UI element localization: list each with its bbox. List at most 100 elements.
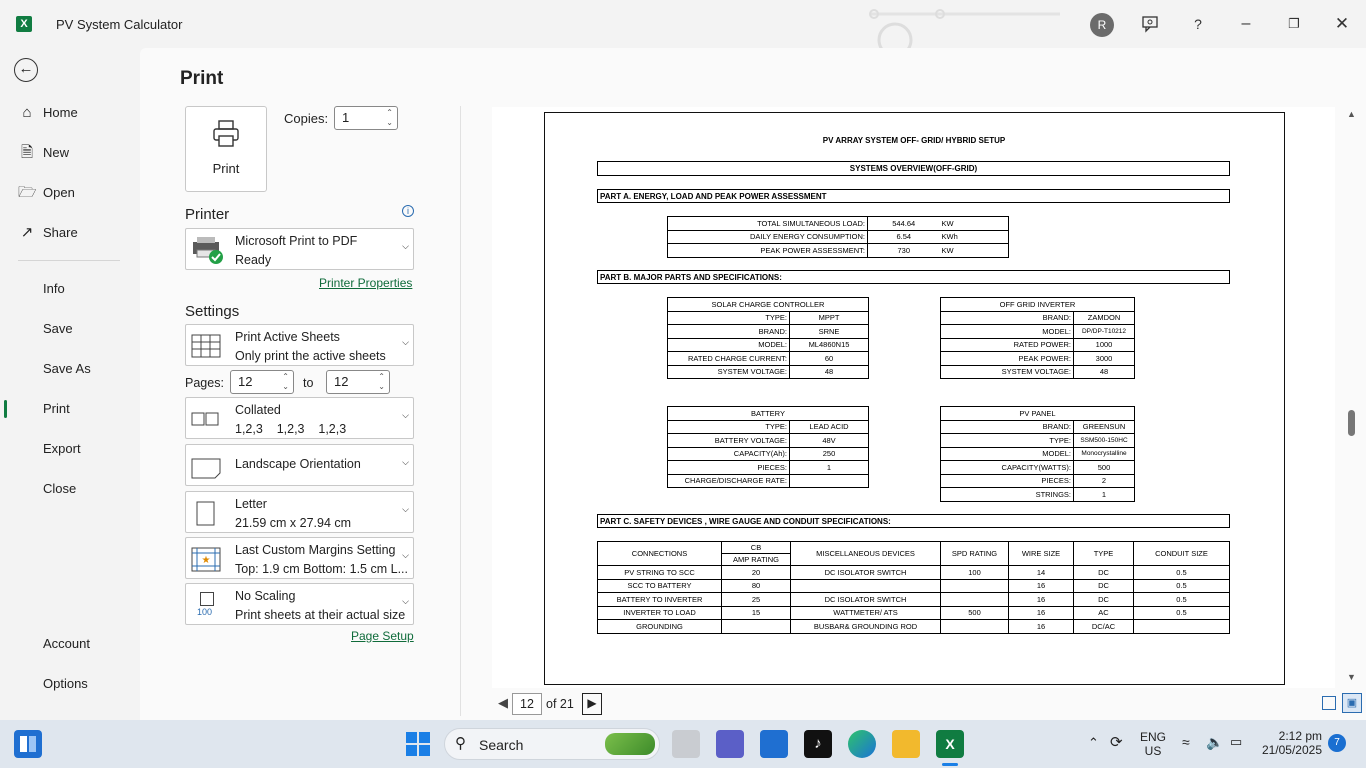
margins-dropdown[interactable]: ★ Last Custom Margins Setting Top: 1.9 c… bbox=[185, 537, 414, 579]
excel-taskbar-icon[interactable]: X bbox=[936, 730, 964, 758]
pages-to-stepper[interactable]: 12 ⌃ ⌄ bbox=[326, 370, 390, 394]
paper-icon bbox=[196, 501, 215, 526]
chevron-down-icon: ⌵ bbox=[402, 337, 409, 347]
print-what-dropdown[interactable]: Print Active Sheets Only print the activ… bbox=[185, 324, 414, 366]
print-pane: Print Print Copies: 1 ⌃ ⌄ Printer i Micro… bbox=[140, 48, 1366, 720]
help-icon[interactable]: ? bbox=[1186, 12, 1210, 36]
close-window-icon[interactable]: ✕ bbox=[1330, 12, 1354, 36]
part-a-box: PART A. ENERGY, LOAD AND PEAK POWER ASSE… bbox=[597, 189, 1230, 203]
paper-size-dropdown[interactable]: Letter 21.59 cm x 27.94 cm ⌵ bbox=[185, 491, 414, 533]
store-icon[interactable] bbox=[760, 730, 788, 758]
nav-open[interactable]: 🗁 Open bbox=[0, 176, 140, 210]
settings-section-title: Settings bbox=[185, 303, 240, 320]
nav-share[interactable]: ↗ Share bbox=[0, 216, 140, 250]
chevron-down-icon: ⌵ bbox=[402, 410, 409, 420]
restore-icon[interactable]: ❐ bbox=[1282, 12, 1306, 36]
wifi-icon[interactable]: ≈ bbox=[1182, 734, 1190, 750]
nav-export[interactable]: Export bbox=[0, 432, 140, 466]
back-arrow-icon[interactable]: ← bbox=[14, 58, 38, 82]
page-number-input[interactable]: 12 bbox=[512, 693, 542, 715]
collated-icon bbox=[191, 412, 219, 426]
volume-icon[interactable]: 🔈 bbox=[1206, 734, 1223, 751]
info-icon[interactable]: i bbox=[402, 205, 414, 217]
nav-home[interactable]: ⌂ Home bbox=[0, 96, 140, 130]
pv-panel-table: PV PANEL BRAND: GREENSUN TYPE: SSM500-150H… bbox=[940, 406, 1135, 502]
nav-close[interactable]: Close bbox=[0, 472, 140, 506]
printer-status: Ready bbox=[235, 253, 272, 267]
printer-name: Microsoft Print to PDF bbox=[235, 234, 358, 248]
next-page-icon[interactable]: ▶ bbox=[582, 693, 602, 715]
user-avatar[interactable]: R bbox=[1090, 13, 1114, 37]
show-margins-icon[interactable] bbox=[1322, 696, 1336, 710]
table-row: SCC TO BATTERY 80 16 DC 0.5 bbox=[597, 578, 1230, 593]
nav-info[interactable]: Info bbox=[0, 272, 140, 306]
print-button[interactable]: Print bbox=[185, 106, 267, 192]
spin-arrows-icon[interactable]: ⌃ ⌄ bbox=[378, 372, 385, 392]
zoom-to-page-icon[interactable]: ▣ bbox=[1342, 693, 1362, 713]
part-b-box: PART B. MAJOR PARTS AND SPECIFICATIONS: bbox=[597, 270, 1230, 284]
chevron-down-icon: ⌵ bbox=[402, 457, 409, 467]
sheets-grid-icon bbox=[191, 334, 221, 358]
nav-print[interactable]: Print bbox=[0, 392, 140, 426]
taskbar: ⚲ Search ♪ X ⌃ ⟳ ENG US ≈ 🔈 ▭ 2:12 pm 21… bbox=[0, 720, 1366, 768]
pages-from-stepper[interactable]: 12 ⌃ ⌄ bbox=[230, 370, 294, 394]
page-setup-link[interactable]: Page Setup bbox=[351, 629, 414, 643]
widgets-icon[interactable] bbox=[14, 730, 42, 758]
scaling-dropdown[interactable]: 100 No Scaling Print sheets at their act… bbox=[185, 583, 414, 625]
file-explorer-icon[interactable] bbox=[892, 730, 920, 758]
collation-dropdown[interactable]: Collated 1,2,3 1,2,3 1,2,3 ⌵ bbox=[185, 397, 414, 439]
nav-divider bbox=[18, 260, 120, 261]
inverter-table: OFF GRID INVERTER BRAND: ZAMDON MODEL: DP/… bbox=[940, 297, 1135, 379]
clock[interactable]: 2:12 pm 21/05/2025 bbox=[1260, 729, 1322, 757]
part-c-box: PART C. SAFETY DEVICES , WIRE GAUGE AND … bbox=[597, 514, 1230, 528]
prev-page-icon[interactable]: ◀ bbox=[498, 695, 508, 711]
watermark-decoration bbox=[869, 9, 1060, 48]
edge-icon[interactable] bbox=[848, 730, 876, 758]
printer-dropdown[interactable]: Microsoft Print to PDF Ready ⌵ bbox=[185, 228, 414, 270]
scroll-down-icon[interactable]: ▼ bbox=[1347, 672, 1356, 682]
printer-section-title: Printer bbox=[185, 206, 230, 223]
nav-options[interactable]: Options bbox=[0, 667, 140, 701]
language-indicator[interactable]: ENG US bbox=[1140, 730, 1166, 758]
new-document-icon: 🗎 bbox=[20, 144, 34, 161]
battery-icon[interactable]: ▭ bbox=[1230, 734, 1242, 750]
teams-icon[interactable] bbox=[716, 730, 744, 758]
scroll-up-icon[interactable]: ▲ bbox=[1347, 109, 1356, 119]
spin-arrows-icon[interactable]: ⌃ ⌄ bbox=[386, 108, 393, 128]
chevron-up-icon[interactable]: ⌃ bbox=[1088, 735, 1099, 751]
minimize-icon[interactable]: – bbox=[1234, 12, 1258, 36]
excel-logo-icon: X bbox=[16, 16, 32, 32]
printer-properties-link[interactable]: Printer Properties bbox=[319, 276, 412, 290]
margins-icon: ★ bbox=[191, 547, 221, 572]
safety-table: CONNECTIONS CB MISCELLANEOUS DEVICES SPD… bbox=[597, 541, 1230, 634]
nav-save[interactable]: Save bbox=[0, 312, 140, 346]
nav-account[interactable]: Account bbox=[0, 627, 140, 661]
page-navigator: ◀ 12 of 21 ▶ bbox=[498, 693, 758, 717]
tiktok-icon[interactable]: ♪ bbox=[804, 730, 832, 758]
nav-new[interactable]: 🗎 New bbox=[0, 136, 140, 170]
landscape-icon bbox=[191, 458, 221, 479]
sync-icon[interactable]: ⟳ bbox=[1110, 733, 1123, 751]
copies-stepper[interactable]: 1 ⌃ ⌄ bbox=[334, 106, 398, 130]
orientation-dropdown[interactable]: Landscape Orientation ⌵ bbox=[185, 444, 414, 486]
search-highlight-icon bbox=[605, 733, 655, 755]
notification-badge[interactable]: 7 bbox=[1328, 734, 1346, 752]
feedback-icon[interactable] bbox=[1138, 12, 1162, 36]
task-view-icon[interactable] bbox=[672, 730, 700, 758]
table-row: INVERTER TO LOAD 15 WATTMETER/ ATS 500 16 AC 0… bbox=[597, 605, 1230, 620]
taskbar-search[interactable]: ⚲ Search bbox=[444, 728, 660, 760]
windows-start-icon[interactable] bbox=[404, 730, 432, 758]
load-table: TOTAL SIMULTANEOUS LOAD: 544.64 KW DAILY E… bbox=[667, 216, 1009, 258]
nav-save-as[interactable]: Save As bbox=[0, 352, 140, 386]
chevron-down-icon: ⌵ bbox=[402, 596, 409, 606]
preview-page: PV ARRAY SYSTEM OFF- GRID/ HYBRID SETUP … bbox=[544, 112, 1285, 685]
scroll-thumb[interactable] bbox=[1348, 410, 1355, 436]
table-row: PV STRING TO SCC 20 DC ISOLATOR SWITCH 100 1… bbox=[597, 565, 1230, 580]
preview-scrollbar[interactable]: ▲ ▼ bbox=[1344, 107, 1360, 688]
chevron-down-icon: ⌵ bbox=[402, 241, 409, 251]
active-app-indicator bbox=[942, 763, 958, 766]
page-title: Print bbox=[180, 68, 224, 89]
spin-arrows-icon[interactable]: ⌃ ⌄ bbox=[282, 372, 289, 392]
window-title: PV System Calculator bbox=[56, 17, 183, 32]
table-row: GROUNDING BUSBAR& GROUNDING ROD 16 DC/AC bbox=[597, 619, 1230, 634]
